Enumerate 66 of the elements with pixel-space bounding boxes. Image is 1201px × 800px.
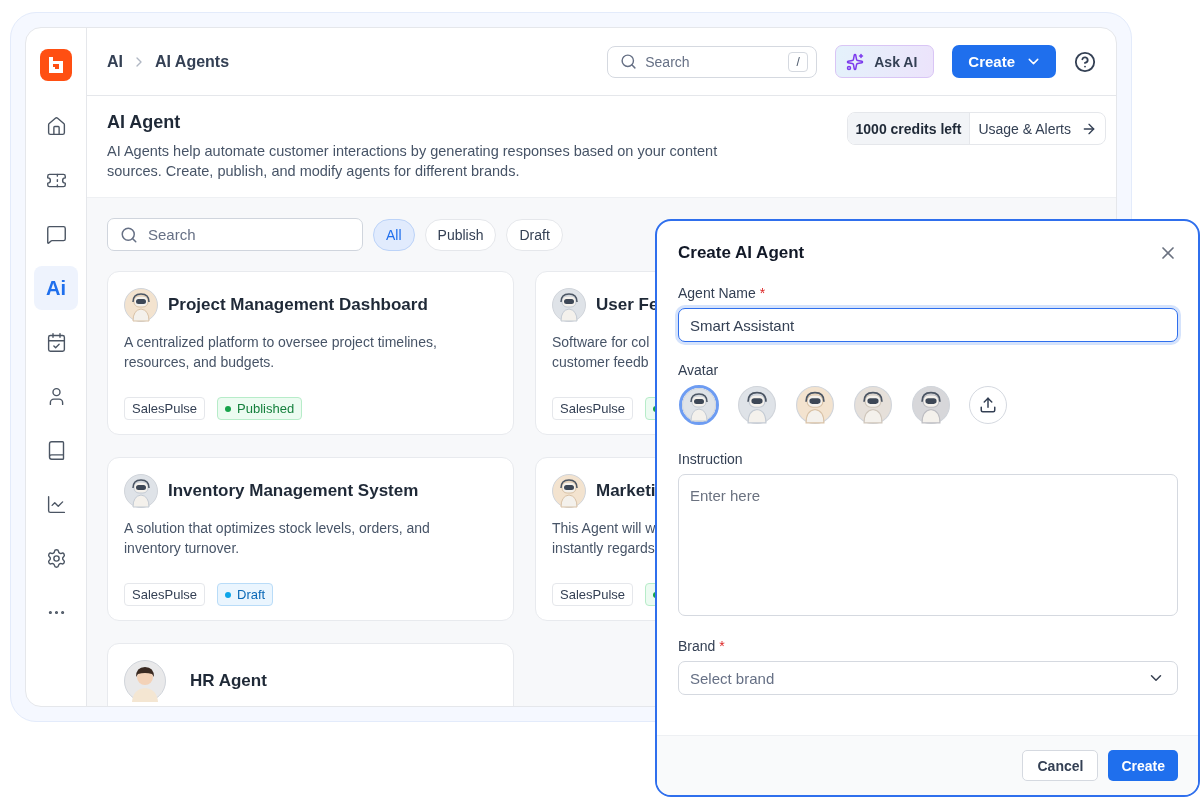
search-field[interactable]: Search / bbox=[607, 45, 818, 78]
upload-button[interactable] bbox=[969, 386, 1007, 424]
logo-icon bbox=[40, 49, 72, 81]
agent-title: Marketi bbox=[596, 481, 656, 501]
brand-tag: SalesPulse bbox=[552, 583, 634, 606]
search-field[interactable]: Search bbox=[107, 218, 363, 251]
shortcut-key: / bbox=[788, 51, 809, 72]
agent-card[interactable]: HR Agent bbox=[107, 643, 514, 706]
agent-description: A centralized platform to oversee project timelines, resources, and budgets. bbox=[124, 333, 437, 372]
agent-description: Software for col customer feedb bbox=[552, 333, 650, 372]
agent-card[interactable]: Inventory Management System A solution that optimizes stock levels, orders, and inventory turnover. SalesPulse Draft bbox=[107, 457, 514, 621]
search-icon bbox=[120, 225, 138, 244]
robot-avatar bbox=[912, 386, 950, 424]
brand-tag: SalesPulse bbox=[552, 397, 634, 420]
agent-description: This Agent will w instantly regards bbox=[552, 519, 656, 558]
upload-icon bbox=[979, 396, 997, 414]
brand-tag: SalesPulse bbox=[124, 397, 206, 420]
filter-chip[interactable]: Publish bbox=[424, 218, 497, 251]
robot-avatar bbox=[124, 474, 158, 508]
search-icon bbox=[620, 53, 638, 70]
agent-card[interactable]: Project Management Dashboard A centralized platform to oversee project timelines, resources, and budgets. SalesPulse Published bbox=[107, 271, 514, 435]
robot-avatar bbox=[796, 386, 834, 424]
cancel-button[interactable]: Cancel bbox=[1022, 750, 1099, 781]
avatar-option[interactable] bbox=[679, 385, 719, 425]
avatar-option[interactable] bbox=[911, 385, 951, 425]
search-placeholder: Search bbox=[148, 226, 196, 243]
breadcrumb-link[interactable]: AI bbox=[107, 52, 123, 71]
credits-count: 1000 credits left bbox=[847, 113, 971, 144]
brand-tag: SalesPulse bbox=[124, 583, 206, 606]
field-label: Avatar bbox=[678, 362, 720, 378]
person-avatar bbox=[124, 660, 166, 702]
robot-avatar bbox=[552, 474, 586, 508]
ask-ai-button[interactable]: Ask AI bbox=[835, 45, 935, 78]
field-label: Agent Name * bbox=[678, 285, 767, 301]
status-badge: Draft bbox=[217, 583, 274, 606]
field-label: Brand * bbox=[678, 638, 726, 654]
dialog-title: Create AI Agent bbox=[678, 243, 805, 263]
robot-avatar bbox=[682, 388, 716, 422]
sparkles-icon bbox=[846, 52, 865, 71]
agent-title: Inventory Management System bbox=[168, 481, 419, 501]
usage-alerts-link[interactable]: Usage & Alerts bbox=[970, 113, 1105, 144]
avatar-option[interactable] bbox=[853, 385, 893, 425]
field-label: Instruction bbox=[678, 451, 744, 467]
agent-title: HR Agent bbox=[190, 671, 267, 691]
robot-avatar bbox=[854, 386, 892, 424]
instruction-field[interactable]: Enter here bbox=[678, 474, 1178, 616]
robot-avatar bbox=[738, 386, 776, 424]
robot-avatar bbox=[124, 288, 158, 322]
agent-description: A solution that optimizes stock levels, orders, and inventory turnover. bbox=[124, 519, 430, 558]
search-placeholder: Search bbox=[645, 53, 690, 70]
page-title: AI Agent bbox=[107, 112, 182, 133]
filter-chip[interactable]: Draft bbox=[506, 218, 563, 251]
avatar-option[interactable] bbox=[795, 385, 835, 425]
agent-name-field[interactable]: Smart Assistant bbox=[678, 308, 1178, 342]
status-badge: Published bbox=[217, 397, 303, 420]
filter-chip[interactable]: All bbox=[373, 218, 415, 251]
create-button[interactable]: Create bbox=[952, 45, 1056, 78]
help-icon[interactable] bbox=[1074, 50, 1096, 73]
create-button[interactable]: Create bbox=[1108, 750, 1178, 781]
page-description: AI Agents help automate customer interactions by generating responses based on your content sources. Create, publish, and modify agents for different brands. bbox=[107, 142, 719, 181]
ai-nav-item[interactable]: Ai bbox=[34, 266, 78, 310]
agent-title: Project Management Dashboard bbox=[168, 295, 428, 315]
brand-select[interactable]: Select brand bbox=[678, 661, 1178, 695]
robot-avatar bbox=[552, 288, 586, 322]
avatar-option[interactable] bbox=[737, 385, 777, 425]
breadcrumb-current: AI Agents bbox=[155, 52, 230, 71]
